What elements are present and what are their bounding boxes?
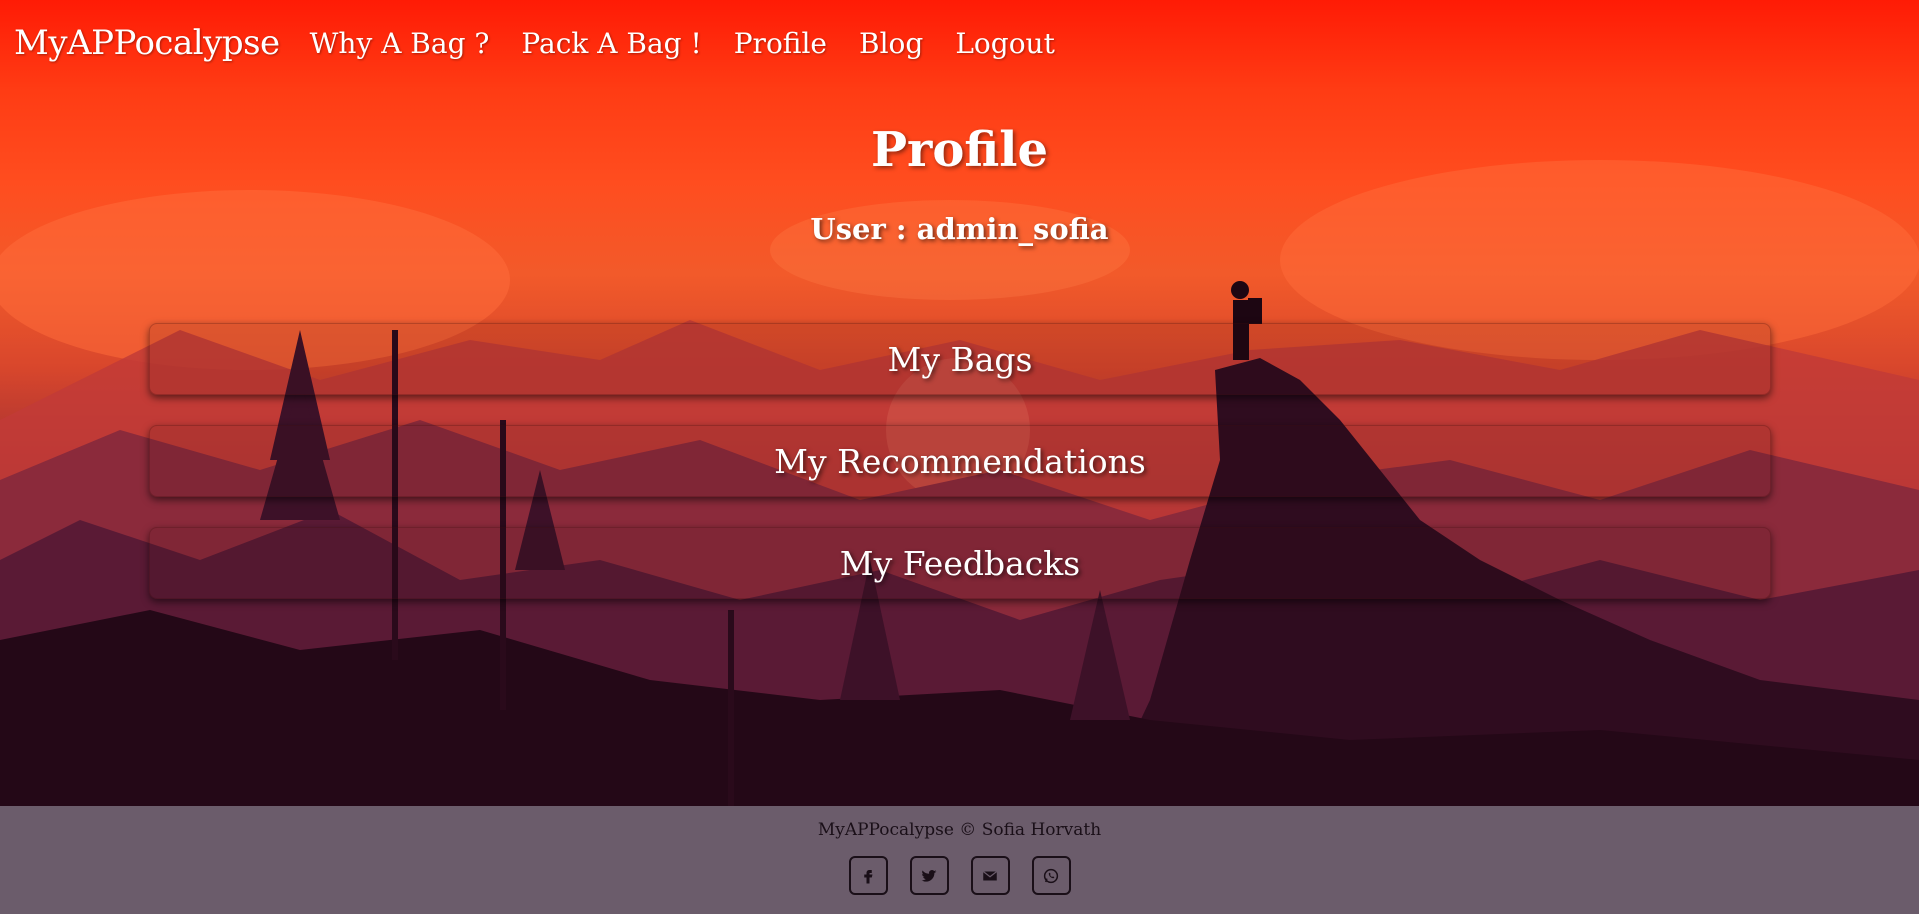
social-links	[0, 856, 1919, 895]
nav-link-profile[interactable]: Profile	[734, 27, 827, 60]
email-icon	[982, 870, 998, 880]
my-bags-button[interactable]: My Bags	[149, 323, 1771, 395]
my-recommendations-button[interactable]: My Recommendations	[149, 425, 1771, 497]
footer-copyright: MyAPPocalypse © Sofia Horvath	[817, 820, 1102, 840]
facebook-icon	[864, 869, 873, 883]
profile-page: MyAPPocalypse Why A Bag ? Pack A Bag ! P…	[0, 0, 1919, 914]
nav-link-why-a-bag[interactable]: Why A Bag ?	[310, 27, 490, 60]
nav-link-blog[interactable]: Blog	[859, 27, 923, 60]
user-label: User :	[810, 212, 907, 246]
email-button[interactable]	[970, 856, 1010, 895]
brand-logo-link[interactable]: MyAPPocalypse	[14, 23, 280, 63]
nav-link-logout[interactable]: Logout	[955, 27, 1055, 60]
my-feedbacks-button[interactable]: My Feedbacks	[149, 527, 1771, 599]
user-info: User : admin_sofia	[0, 212, 1919, 246]
page-title: Profile	[870, 122, 1049, 178]
nav-link-pack-a-bag[interactable]: Pack A Bag !	[521, 27, 701, 60]
facebook-button[interactable]	[848, 856, 888, 895]
footer: MyAPPocalypse © Sofia Horvath	[0, 806, 1919, 914]
whatsapp-button[interactable]	[1031, 856, 1071, 895]
top-navbar: MyAPPocalypse Why A Bag ? Pack A Bag ! P…	[0, 0, 1919, 86]
twitter-icon	[921, 869, 937, 882]
nav-links: Why A Bag ? Pack A Bag ! Profile Blog Lo…	[294, 27, 1071, 60]
whatsapp-icon	[1043, 868, 1059, 883]
username: admin_sofia	[916, 212, 1109, 246]
landscape-background-illustration	[0, 160, 1919, 806]
twitter-button[interactable]	[909, 856, 949, 895]
